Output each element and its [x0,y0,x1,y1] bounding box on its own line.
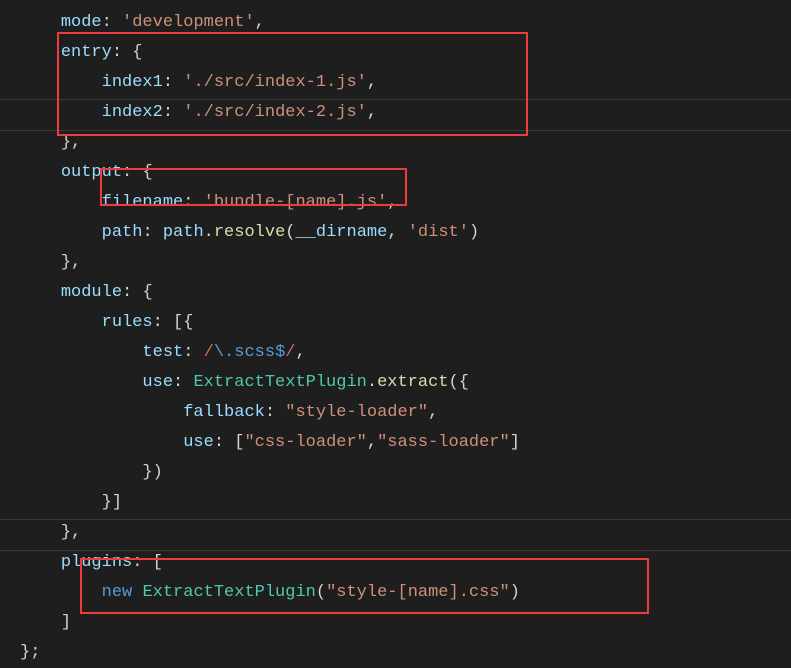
code-line[interactable]: }, [0,128,791,158]
code-line[interactable]: fallback: "style-loader", [0,398,791,428]
code-line[interactable]: ] [0,608,791,638]
code-line[interactable]: }; [0,638,791,668]
code-line[interactable]: index1: './src/index-1.js', [0,68,791,98]
code-line[interactable]: use: ExtractTextPlugin.extract({ [0,368,791,398]
code-line[interactable]: use: ["css-loader","sass-loader"] [0,428,791,458]
code-line[interactable]: mode: 'development', [0,8,791,38]
code-line[interactable]: filename: 'bundle-[name].js', [0,188,791,218]
code-line[interactable]: entry: { [0,38,791,68]
code-line[interactable]: }, [0,518,791,548]
code-line[interactable]: }] [0,488,791,518]
code-line[interactable]: rules: [{ [0,308,791,338]
code-line[interactable]: plugins: [ [0,548,791,578]
code-line[interactable]: new ExtractTextPlugin("style-[name].css"… [0,578,791,608]
code-line[interactable]: }, [0,248,791,278]
code-line[interactable]: test: /\.scss$/, [0,338,791,368]
code-editor[interactable]: mode: 'development', entry: { index1: '.… [0,0,791,668]
code-line[interactable]: }) [0,458,791,488]
code-line[interactable]: module: { [0,278,791,308]
code-line[interactable]: output: { [0,158,791,188]
code-line[interactable]: index2: './src/index-2.js', [0,98,791,128]
code-line[interactable]: path: path.resolve(__dirname, 'dist') [0,218,791,248]
